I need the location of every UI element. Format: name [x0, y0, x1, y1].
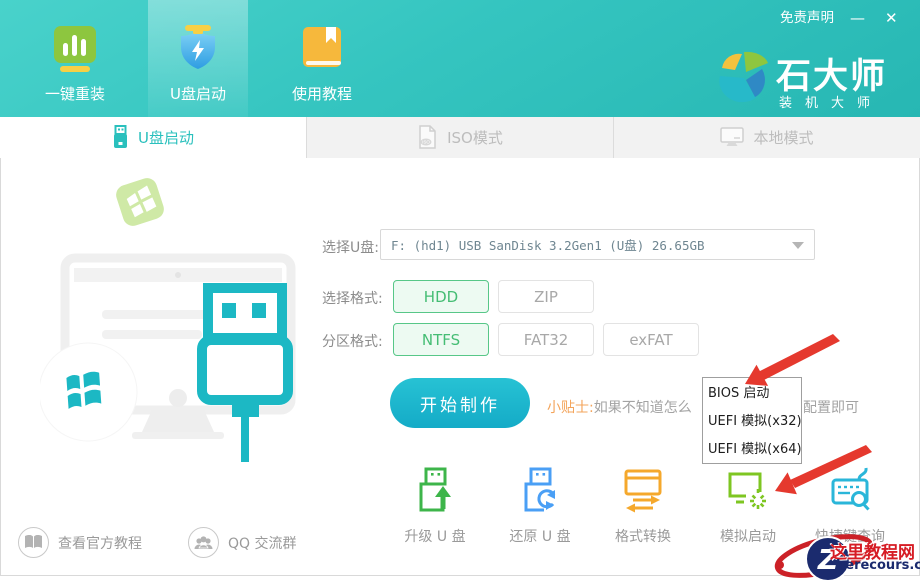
- toolbar-item-usb-boot[interactable]: U盘启动: [148, 0, 248, 117]
- watermark: Z 这里教程网 herecours.com: [772, 523, 920, 580]
- close-button[interactable]: ✕: [885, 11, 898, 26]
- partition-label: 分区格式:: [322, 331, 383, 351]
- minimize-button[interactable]: —: [850, 11, 865, 26]
- header-bar: 一键重装 U盘启动: [0, 0, 920, 117]
- feature-label: 升级 U 盘: [404, 526, 465, 546]
- start-button-label: 开始制作: [420, 391, 500, 416]
- simulate-boot-icon: [724, 466, 772, 514]
- tab-iso-mode[interactable]: ISO ISO模式: [306, 117, 613, 159]
- footer-link-label: 查看官方教程: [58, 533, 142, 553]
- usb-select-value: F: (hd1) USB SanDisk 3.2Gen1 (U盘) 26.65G…: [391, 235, 705, 254]
- feature-restore-usb[interactable]: 还原 U 盘: [488, 466, 592, 546]
- option-label: HDD: [424, 288, 458, 306]
- feature-label: 还原 U 盘: [509, 526, 570, 546]
- usb-plug-illustration: [40, 170, 330, 470]
- tip-text-right: 配置即可: [803, 397, 859, 417]
- disclaimer-link[interactable]: 免责声明: [780, 12, 834, 26]
- feature-label: 格式转换: [615, 526, 671, 546]
- chart-icon: [51, 25, 99, 73]
- book-icon: [298, 25, 346, 73]
- tip-text: 小贴士:如果不知道怎么: [547, 397, 692, 417]
- usb-select[interactable]: F: (hd1) USB SanDisk 3.2Gen1 (U盘) 26.65G…: [380, 229, 815, 260]
- partition-option-ntfs[interactable]: NTFS: [393, 323, 489, 356]
- menu-item-bios[interactable]: BIOS 启动: [708, 382, 801, 410]
- toolbar-item-label: U盘启动: [170, 83, 226, 104]
- chevron-down-icon: [792, 242, 804, 249]
- brand-logo-icon: [714, 44, 770, 104]
- tab-local-mode[interactable]: 本地模式: [613, 117, 920, 159]
- footer-link-label: QQ 交流群: [228, 533, 297, 553]
- mode-tabbar: U盘启动 ISO ISO模式 本地模式: [0, 117, 920, 159]
- tab-usb-boot[interactable]: U盘启动: [0, 117, 306, 159]
- toolbar-item-one-key-reinstall[interactable]: 一键重装: [28, 0, 122, 117]
- option-label: exFAT: [629, 331, 672, 349]
- monitor-icon: [720, 127, 744, 148]
- format-convert-icon: [619, 466, 667, 514]
- iso-file-icon: ISO: [417, 125, 438, 150]
- format-label: 选择格式:: [322, 288, 383, 308]
- menu-item-uefi-x64[interactable]: UEFI 模拟(x64): [708, 438, 801, 466]
- book-open-icon: [18, 527, 49, 558]
- tip-left: 如果不知道怎么: [594, 400, 692, 416]
- feature-format-convert[interactable]: 格式转换: [591, 466, 695, 546]
- people-group-icon: [188, 527, 219, 558]
- partition-option-exfat[interactable]: exFAT: [603, 323, 699, 356]
- usb-stick-icon: [112, 125, 129, 150]
- option-label: ZIP: [534, 288, 558, 306]
- usb-upgrade-icon: [411, 466, 459, 514]
- menu-item-uefi-x32[interactable]: UEFI 模拟(x32): [708, 410, 801, 438]
- app-window: 一键重装 U盘启动: [0, 0, 920, 580]
- toolbar-item-label: 一键重装: [45, 83, 105, 104]
- partition-option-fat32[interactable]: FAT32: [498, 323, 594, 356]
- hotkey-search-icon: [826, 466, 874, 514]
- tab-label: 本地模式: [753, 127, 813, 148]
- option-label: NTFS: [422, 331, 460, 349]
- format-option-hdd[interactable]: HDD: [393, 280, 489, 313]
- boot-mode-context-menu: BIOS 启动 UEFI 模拟(x32) UEFI 模拟(x64): [702, 377, 802, 464]
- footer-link-official-tutorial[interactable]: 查看官方教程: [18, 527, 142, 558]
- option-label: FAT32: [524, 331, 569, 349]
- tab-label: ISO模式: [447, 127, 503, 148]
- feature-label: 模拟启动: [720, 526, 776, 546]
- svg-text:ISO: ISO: [422, 140, 430, 145]
- usb-restore-icon: [516, 466, 564, 514]
- tip-prefix: 小贴士:: [547, 400, 594, 416]
- brand-subtitle: 装机大师: [779, 92, 883, 111]
- feature-upgrade-usb[interactable]: 升级 U 盘: [383, 466, 487, 546]
- tab-label: U盘启动: [138, 127, 194, 148]
- format-option-zip[interactable]: ZIP: [498, 280, 594, 313]
- shield-lightning-icon: [174, 23, 222, 73]
- toolbar-item-label: 使用教程: [292, 83, 352, 104]
- start-create-button[interactable]: 开始制作: [390, 378, 530, 428]
- watermark-domain: herecours.com: [836, 558, 920, 573]
- footer-link-qq-group[interactable]: QQ 交流群: [188, 527, 297, 558]
- usb-select-label: 选择U盘:: [322, 237, 379, 257]
- toolbar-item-tutorial[interactable]: 使用教程: [272, 0, 372, 117]
